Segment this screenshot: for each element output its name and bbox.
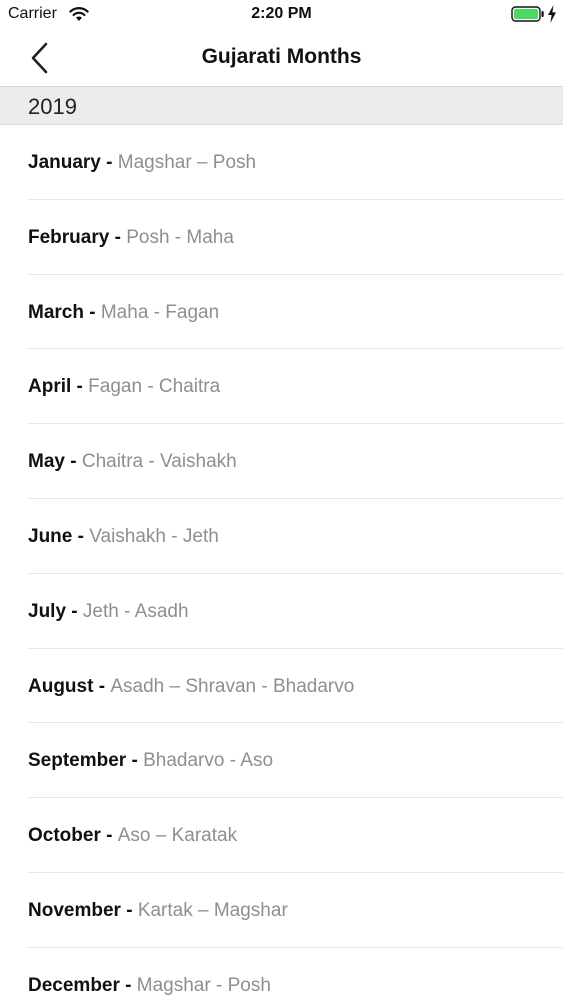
separator: - (64, 451, 82, 473)
battery-icon (511, 6, 544, 22)
month-name: November (28, 899, 121, 921)
month-row-june[interactable]: June - Vaishakh - Jeth (28, 499, 563, 574)
month-name: December (28, 974, 120, 996)
month-row-july[interactable]: July - Jeth - Asadh (28, 574, 563, 649)
month-name: August (28, 675, 94, 697)
page-title: Gujarati Months (201, 45, 362, 68)
separator: - (71, 376, 89, 398)
navigation-bar: Gujarati Months (0, 30, 563, 87)
month-name: March (28, 301, 84, 323)
gujarati-months: Jeth - Asadh (82, 600, 189, 622)
month-row-april[interactable]: April - Fagan - Chaitra (28, 349, 563, 425)
gujarati-months: Chaitra - Vaishakh (81, 451, 237, 473)
separator: - (109, 226, 127, 248)
status-time: 2:20 PM (251, 5, 312, 22)
gujarati-months: Posh - Maha (126, 226, 234, 248)
gujarati-months: Aso – Karatak (117, 825, 238, 847)
month-name: October (28, 825, 101, 847)
month-row-october[interactable]: October - Aso – Karatak (28, 798, 563, 873)
separator: - (100, 825, 118, 847)
charging-bolt-icon (548, 5, 556, 23)
month-row-november[interactable]: November - Kartak – Magshar (28, 873, 563, 948)
separator: - (83, 301, 101, 323)
gujarati-months: Asadh – Shravan - Bhadarvo (110, 675, 355, 697)
month-name: May (28, 451, 65, 473)
gujarati-months: Magshar – Posh (117, 152, 257, 173)
month-name: January (28, 152, 101, 173)
month-list: January - Magshar – Posh February - Posh… (0, 125, 563, 1000)
gujarati-months: Vaishakh - Jeth (89, 525, 219, 547)
month-name: February (28, 226, 110, 248)
section-title: 2019 (28, 94, 77, 119)
status-bar: Carrier 2:20 PM (0, 0, 563, 30)
month-row-september[interactable]: September - Bhadarvo - Aso (28, 723, 563, 799)
month-row-january[interactable]: January - Magshar – Posh (28, 125, 563, 200)
separator: - (100, 152, 118, 173)
gujarati-months: Maha - Fagan (100, 301, 220, 323)
separator: - (119, 974, 137, 996)
separator: - (120, 899, 138, 921)
month-name: April (28, 376, 72, 398)
separator: - (66, 600, 83, 622)
month-name: July (28, 600, 67, 622)
month-row-may[interactable]: May - Chaitra - Vaishakh (28, 424, 563, 499)
gujarati-months: Kartak – Magshar (137, 899, 288, 921)
gujarati-months: Fagan - Chaitra (88, 376, 221, 398)
separator: - (93, 675, 111, 697)
gujarati-months: Magshar - Posh (136, 974, 271, 996)
month-row-march[interactable]: March - Maha - Fagan (28, 275, 563, 350)
gujarati-months: Bhadarvo - Aso (143, 750, 274, 772)
separator: - (72, 525, 90, 547)
month-name: June (28, 525, 73, 547)
month-row-february[interactable]: February - Posh - Maha (28, 200, 563, 275)
month-row-december[interactable]: December - Magshar - Posh (28, 948, 563, 1000)
section-header: 2019 (0, 87, 563, 125)
month-name: September (28, 750, 127, 772)
separator: - (126, 750, 144, 772)
month-row-august[interactable]: August - Asadh – Shravan - Bhadarvo (28, 649, 563, 724)
